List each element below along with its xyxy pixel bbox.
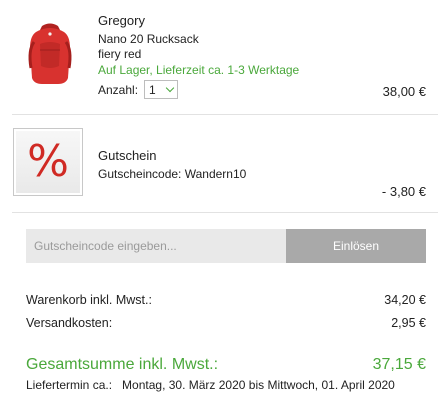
item-price: 38,00 €: [382, 84, 426, 99]
total-row: Gesamtsumme inkl. Mwst.: 37,15 €: [26, 356, 426, 374]
subtotal-row: Warenkorb inkl. Mwst.: 34,20 €: [26, 293, 426, 307]
percent-icon: %: [27, 136, 69, 187]
subtotal-value: 34,20 €: [384, 293, 426, 307]
divider: [12, 212, 438, 213]
voucher-price: - 3,80 €: [381, 184, 426, 199]
divider: [12, 114, 438, 115]
subtotal-label: Warenkorb inkl. Mwst.:: [26, 293, 152, 307]
shipping-value: 2,95 €: [391, 316, 426, 330]
delivery-label: Liefertermin ca.:: [26, 378, 113, 392]
shipping-label: Versandkosten:: [26, 316, 113, 330]
total-label: Gesamtsumme inkl. Mwst.:: [26, 356, 219, 373]
delivery-value: Montag, 30. März 2020 bis Mittwoch, 01. …: [122, 378, 395, 392]
voucher-image: %: [13, 128, 83, 196]
stock-status: Auf Lager, Lieferzeit ca. 1-3 Werktage: [98, 63, 300, 77]
shipping-row: Versandkosten: 2,95 €: [26, 316, 426, 330]
product-brand: Gregory: [98, 13, 145, 28]
quantity-label: Anzahl:: [98, 82, 139, 97]
total-value: 37,15 €: [372, 356, 426, 373]
cart-item-backpack: Gregory Nano 20 Rucksack fiery red Auf L…: [0, 0, 438, 114]
chevron-down-icon: [165, 83, 175, 93]
product-color: fiery red: [98, 47, 142, 61]
coupon-input[interactable]: [26, 229, 286, 263]
voucher-code: Gutscheincode: Wandern10: [98, 167, 247, 181]
coupon-form: Einlösen: [26, 229, 426, 263]
redeem-button[interactable]: Einlösen: [286, 229, 426, 263]
quantity-value: 1: [149, 82, 156, 97]
product-name[interactable]: Nano 20 Rucksack: [98, 31, 199, 47]
quantity-select[interactable]: 1: [144, 80, 179, 99]
product-image-backpack[interactable]: [22, 20, 78, 86]
voucher-name: Gutschein: [98, 148, 157, 163]
delivery-row: Liefertermin ca.: Montag, 30. März 2020 b…: [26, 378, 426, 392]
quantity-row: Anzahl: 1: [98, 80, 179, 99]
